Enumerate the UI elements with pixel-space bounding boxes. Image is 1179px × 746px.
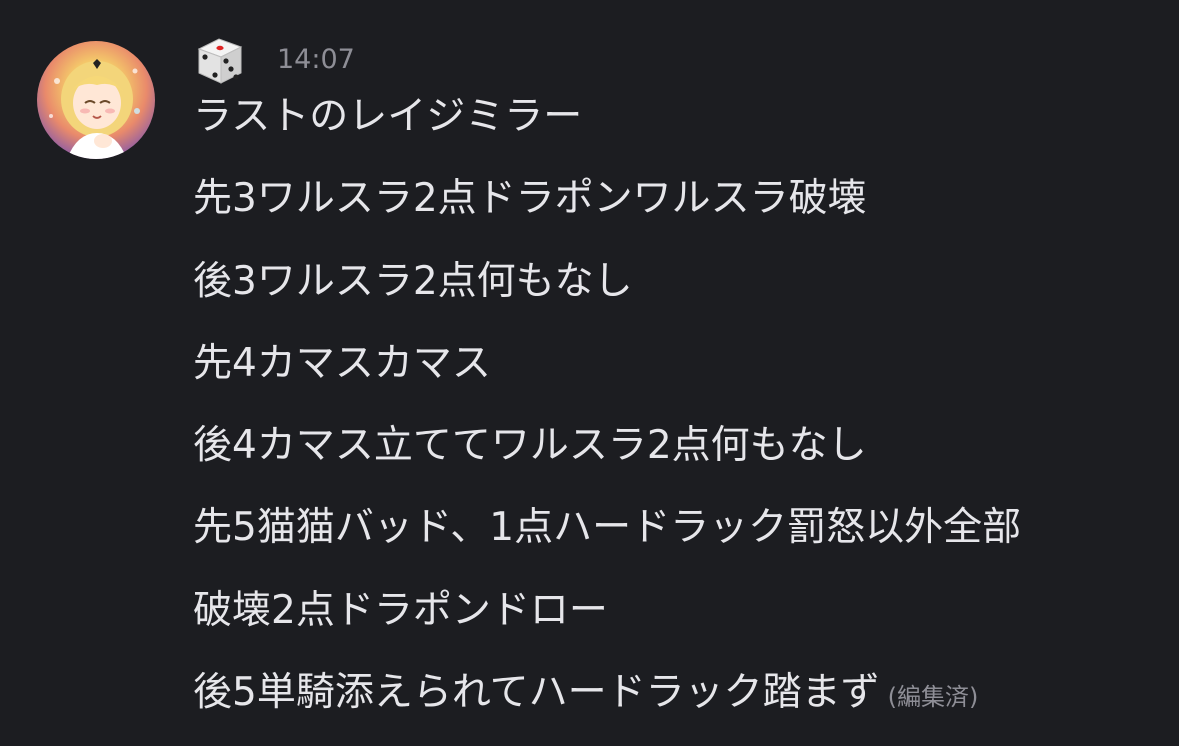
dice-icon bbox=[193, 33, 247, 87]
message-line-2: 先3ワルスラ2点ドラポンワルスラ破壊 bbox=[193, 176, 867, 222]
chat-message: 14:07 ラストのレイジミラー 先3ワルスラ2点ドラポンワルスラ破壊 後3ワル… bbox=[0, 0, 1179, 746]
edited-label: (編集済) bbox=[887, 683, 979, 712]
message-body: ラストのレイジミラー 先3ワルスラ2点ドラポンワルスラ破壊 後3ワルスラ2点何も… bbox=[193, 88, 1169, 746]
message-line-8-text: 後5単騎添えられてハードラック踏まず bbox=[193, 670, 880, 716]
message-line-8: 後5単騎添えられてハードラック踏まず (編集済) bbox=[193, 664, 1169, 746]
user-avatar[interactable] bbox=[37, 41, 155, 159]
message-line-6: 先5猫猫バッド、1点ハードラック罰怒以外全部 bbox=[193, 505, 1022, 551]
message-line-4: 先4カマスカマス bbox=[193, 340, 491, 386]
message-header: 14:07 bbox=[193, 33, 355, 87]
anime-girl-avatar-icon bbox=[49, 59, 140, 159]
message-line-3: 後3ワルスラ2点何もなし bbox=[193, 258, 633, 304]
message-line-7: 破壊2点ドラポンドロー bbox=[193, 587, 608, 633]
message-line-5: 後4カマス立ててワルスラ2点何もなし bbox=[193, 423, 867, 469]
message-timestamp: 14:07 bbox=[277, 44, 355, 75]
message-line-1: ラストのレイジミラー bbox=[193, 94, 583, 139]
